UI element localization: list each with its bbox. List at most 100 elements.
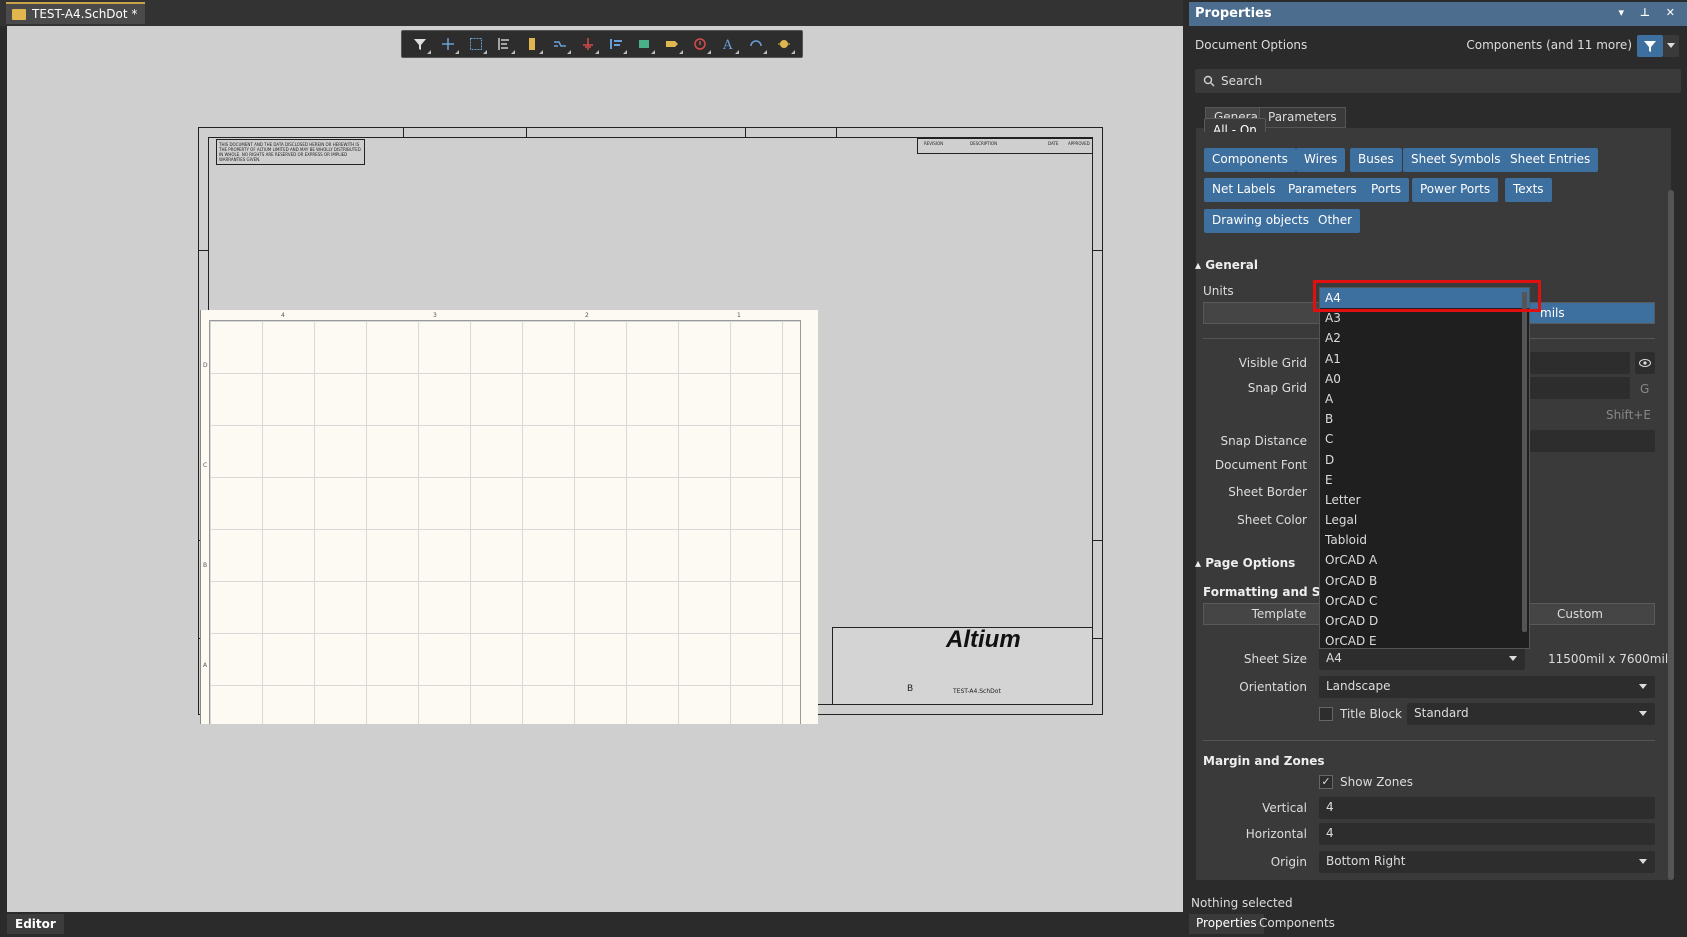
page-options-section-header[interactable]: ▴ Page Options <box>1195 556 1295 570</box>
dropdown-option[interactable]: OrCAD B <box>1320 571 1529 591</box>
zone-label: B <box>203 562 208 569</box>
component-icon[interactable] <box>520 33 544 55</box>
dropdown-scrollbar[interactable] <box>1522 292 1527 632</box>
zone-tick <box>526 127 527 137</box>
dropdown-option[interactable]: A0 <box>1320 369 1529 389</box>
divider <box>1203 740 1655 741</box>
sheet-size-select[interactable]: A4 <box>1319 648 1525 670</box>
dropdown-option[interactable]: Legal <box>1320 510 1529 530</box>
origin-select[interactable]: Bottom Right <box>1319 851 1655 873</box>
snap-grid-shortcut: G <box>1640 382 1650 396</box>
status-text: Nothing selected <box>1191 896 1293 910</box>
zone-label: 4 <box>281 312 285 319</box>
align-icon[interactable] <box>492 33 516 55</box>
visible-grid-field[interactable] <box>1530 352 1630 374</box>
show-zones-checkbox[interactable]: ✓ <box>1319 775 1333 789</box>
dropdown-option[interactable]: OrCAD E <box>1320 631 1529 648</box>
editor-bar: Editor <box>0 912 1183 937</box>
chip-components[interactable]: Components <box>1204 148 1296 172</box>
dropdown-option[interactable]: OrCAD A <box>1320 550 1529 570</box>
chip-ports[interactable]: Ports <box>1363 178 1410 202</box>
date-header: DATE <box>1048 141 1059 146</box>
wire-icon[interactable] <box>548 33 572 55</box>
text-icon[interactable]: A <box>716 33 740 55</box>
snap-grid-field[interactable] <box>1530 377 1630 399</box>
bus-icon[interactable] <box>604 33 628 55</box>
orientation-label: Orientation <box>1239 680 1307 694</box>
chip-net-labels[interactable]: Net Labels <box>1204 178 1284 202</box>
chip-sheet-entries[interactable]: Sheet Entries <box>1502 148 1599 172</box>
chip-sheet-symbols[interactable]: Sheet Symbols <box>1403 148 1509 172</box>
filter-icon[interactable] <box>408 33 432 55</box>
arc-icon[interactable] <box>744 33 768 55</box>
approved-header: APPROVED <box>1068 141 1090 146</box>
sheet-size-value: A4 <box>1326 651 1342 665</box>
snap-distance-label: Snap Distance <box>1220 434 1307 448</box>
origin-value: Bottom Right <box>1326 854 1406 868</box>
zone-tick <box>403 127 404 137</box>
junction-icon[interactable] <box>772 33 796 55</box>
chevron-down-icon <box>1639 711 1647 716</box>
dropdown-option[interactable]: B <box>1320 409 1529 429</box>
chip-drawing-objects[interactable]: Drawing objects <box>1204 209 1317 233</box>
panel-scrollbar[interactable] <box>1668 190 1674 880</box>
zone-tick <box>1093 540 1103 541</box>
search-placeholder: Search <box>1221 74 1263 88</box>
dropdown-option[interactable]: E <box>1320 470 1529 490</box>
svg-text:A: A <box>722 38 733 51</box>
chip-buses[interactable]: Buses <box>1350 148 1402 172</box>
power-icon[interactable] <box>576 33 600 55</box>
description-header: DESCRIPTION <box>970 141 998 146</box>
units-label: Units <box>1203 284 1234 298</box>
sheet-size-dropdown-list: A4 A3 A2 A1 A0 A B C D E Letter Legal Ta… <box>1319 287 1530 649</box>
schematic-file-icon <box>12 8 26 20</box>
dropdown-option[interactable]: D <box>1320 450 1529 470</box>
orientation-select[interactable]: Landscape <box>1319 676 1655 698</box>
horizontal-label: Horizontal <box>1245 827 1307 841</box>
vertical-zones-field[interactable]: 4 <box>1319 797 1655 819</box>
chevron-down-icon <box>1639 859 1647 864</box>
netlabel-icon[interactable] <box>660 33 684 55</box>
filter-dropdown-button[interactable] <box>1663 35 1679 57</box>
filter-icon <box>1644 41 1656 52</box>
revision-header: REVISION <box>924 141 944 146</box>
add-icon[interactable] <box>436 33 460 55</box>
document-tab[interactable]: TEST-A4.SchDot * <box>6 2 146 24</box>
dropdown-option[interactable]: A <box>1320 389 1529 409</box>
dropdown-option[interactable]: Letter <box>1320 490 1529 510</box>
active-bar-toolbar: A <box>401 30 803 58</box>
bottom-tab-components[interactable]: Components <box>1252 914 1342 934</box>
dropdown-option[interactable]: OrCAD D <box>1320 611 1529 631</box>
margin-zones-label: Margin and Zones <box>1203 754 1325 768</box>
dropdown-option[interactable]: Tabloid <box>1320 530 1529 550</box>
panel-title: Properties <box>1195 6 1272 21</box>
harness-icon[interactable] <box>632 33 656 55</box>
editor-tab[interactable]: Editor <box>7 914 64 934</box>
chip-power-ports[interactable]: Power Ports <box>1412 178 1499 202</box>
select-rect-icon[interactable] <box>464 33 488 55</box>
visibility-toggle[interactable] <box>1635 352 1655 374</box>
dropdown-option[interactable]: A1 <box>1320 349 1529 369</box>
search-input[interactable]: Search <box>1195 69 1681 93</box>
snap-distance-field[interactable] <box>1530 430 1655 452</box>
horizontal-zones-field[interactable]: 4 <box>1319 823 1655 845</box>
filter-button[interactable] <box>1637 35 1663 57</box>
zone-label: C <box>203 462 208 469</box>
snap-shortcut: Shift+E <box>1606 408 1651 422</box>
chip-other[interactable]: Other <box>1310 209 1361 233</box>
dropdown-option[interactable]: C <box>1320 429 1529 449</box>
sheet-border-label: Sheet Border <box>1228 485 1307 499</box>
chip-texts[interactable]: Texts <box>1505 178 1552 202</box>
tab-parameters[interactable]: Parameters <box>1259 107 1346 128</box>
port-icon[interactable] <box>688 33 712 55</box>
dropdown-option[interactable]: OrCAD C <box>1320 591 1529 611</box>
chevron-down-icon <box>1667 43 1675 48</box>
title-block-select[interactable]: Standard <box>1407 703 1655 725</box>
panel-controls[interactable]: ▾ ⊥ ✕ <box>1619 6 1681 19</box>
title-block-checkbox[interactable] <box>1319 707 1333 721</box>
chip-parameters[interactable]: Parameters <box>1280 178 1365 202</box>
dropdown-option[interactable]: A2 <box>1320 328 1529 348</box>
chip-wires[interactable]: Wires <box>1296 148 1346 172</box>
general-section-header[interactable]: ▴ General <box>1195 258 1258 272</box>
search-icon <box>1203 75 1215 87</box>
